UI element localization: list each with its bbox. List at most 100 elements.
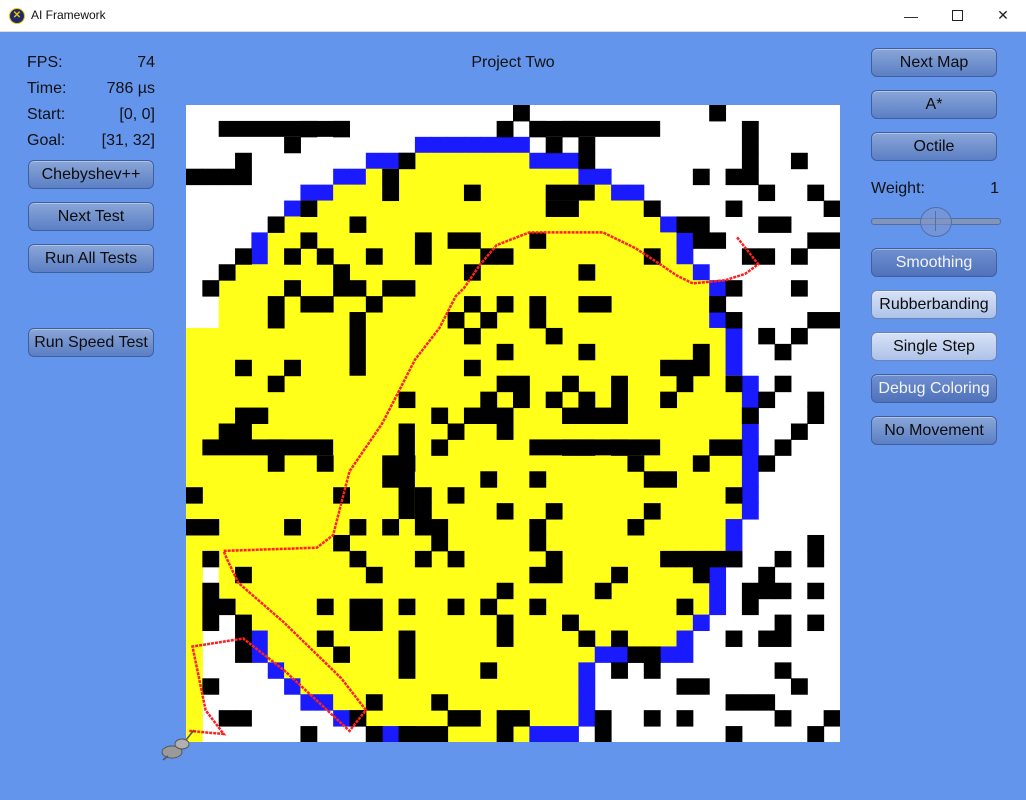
wall-cell xyxy=(235,152,252,170)
closed-cell xyxy=(284,216,301,233)
wall-cell xyxy=(300,200,318,217)
closed-cell xyxy=(480,343,498,361)
closed-cell xyxy=(414,678,432,695)
closed-cell xyxy=(382,439,400,456)
closed-cell xyxy=(218,280,236,297)
closed-cell xyxy=(463,726,481,742)
wall-cell xyxy=(349,614,367,632)
closed-cell xyxy=(496,264,514,281)
closed-cell xyxy=(202,503,220,520)
closed-cell xyxy=(562,487,579,504)
grid-canvas[interactable] xyxy=(186,105,840,742)
closed-cell xyxy=(611,519,628,536)
debug-coloring-toggle[interactable]: Debug Coloring xyxy=(871,374,997,403)
closed-cell xyxy=(186,375,203,393)
run-speed-test-button[interactable]: Run Speed Test xyxy=(28,328,154,357)
wall-cell xyxy=(692,168,710,186)
closed-cell xyxy=(513,280,530,297)
wall-cell xyxy=(676,678,694,695)
closed-cell xyxy=(611,264,628,281)
closed-cell xyxy=(594,359,612,377)
close-button[interactable]: ✕ xyxy=(980,0,1026,31)
rubberbanding-toggle[interactable]: Rubberbanding xyxy=(871,290,997,319)
closed-cell xyxy=(463,471,481,488)
heuristic-button[interactable]: Chebyshev++ xyxy=(28,160,154,189)
closed-cell xyxy=(365,359,383,377)
closed-cell xyxy=(431,184,449,202)
pathfinding-grid[interactable] xyxy=(186,105,840,742)
closed-cell xyxy=(529,646,547,663)
minimize-button[interactable]: — xyxy=(888,0,934,31)
closed-cell xyxy=(480,439,498,456)
wall-cell xyxy=(643,710,661,727)
closed-cell xyxy=(529,168,547,186)
closed-cell xyxy=(284,423,301,440)
closed-cell xyxy=(529,391,547,409)
closed-cell xyxy=(578,327,596,345)
wall-cell xyxy=(545,566,563,584)
closed-cell xyxy=(218,312,236,329)
wall-cell xyxy=(513,105,530,122)
closed-cell xyxy=(284,614,301,632)
wall-cell xyxy=(660,550,677,568)
maximize-button[interactable] xyxy=(934,0,980,31)
single-step-toggle[interactable]: Single Step xyxy=(871,332,997,361)
closed-cell xyxy=(431,327,449,345)
wall-cell xyxy=(365,726,383,742)
run-all-tests-button[interactable]: Run All Tests xyxy=(28,244,154,273)
frontier-cell xyxy=(349,168,367,186)
algorithm-button[interactable]: A* xyxy=(871,90,997,119)
closed-cell xyxy=(316,312,334,329)
closed-cell xyxy=(316,375,334,393)
wall-cell xyxy=(414,248,432,265)
closed-cell xyxy=(562,662,579,679)
closed-cell xyxy=(235,598,252,616)
closed-cell xyxy=(398,168,416,186)
closed-cell xyxy=(431,296,449,313)
closed-cell xyxy=(594,534,612,552)
closed-cell xyxy=(463,152,481,170)
closed-cell xyxy=(202,391,220,409)
next-test-button[interactable]: Next Test xyxy=(28,202,154,231)
closed-cell xyxy=(496,550,514,568)
smoothing-toggle[interactable]: Smoothing xyxy=(871,248,997,277)
no-movement-toggle[interactable]: No Movement xyxy=(871,416,997,445)
frontier-cell xyxy=(382,726,400,742)
frontier-cell xyxy=(545,726,563,742)
closed-cell xyxy=(709,391,727,409)
closed-cell xyxy=(513,662,530,679)
closed-cell xyxy=(349,184,367,202)
closed-cell xyxy=(496,312,514,329)
distance-button[interactable]: Octile xyxy=(871,132,997,161)
wall-cell xyxy=(480,312,498,329)
closed-cell xyxy=(513,439,530,456)
closed-cell xyxy=(365,184,383,202)
wall-cell xyxy=(218,264,236,281)
wall-cell xyxy=(333,264,350,281)
wall-cell xyxy=(692,566,710,584)
slider-thumb[interactable] xyxy=(920,207,952,237)
closed-cell xyxy=(562,710,579,727)
frontier-cell xyxy=(725,359,743,377)
wall-cell xyxy=(807,407,825,424)
closed-cell xyxy=(251,519,269,536)
closed-cell xyxy=(611,359,628,377)
closed-cell xyxy=(414,359,432,377)
closed-cell xyxy=(643,614,661,632)
closed-cell xyxy=(578,550,596,568)
next-map-button[interactable]: Next Map xyxy=(871,48,997,77)
closed-cell xyxy=(414,455,432,472)
closed-cell xyxy=(202,407,220,424)
stat-fps: FPS: 74 xyxy=(27,54,155,74)
wall-cell xyxy=(447,312,465,329)
closed-cell xyxy=(300,646,318,663)
closed-cell xyxy=(365,487,383,504)
closed-cell xyxy=(267,519,285,536)
closed-cell xyxy=(676,423,694,440)
wall-cell xyxy=(529,312,547,329)
closed-cell xyxy=(333,232,350,249)
closed-cell xyxy=(643,630,661,647)
closed-cell xyxy=(611,487,628,504)
weight-slider[interactable] xyxy=(871,207,1001,237)
wall-bar xyxy=(202,439,334,456)
